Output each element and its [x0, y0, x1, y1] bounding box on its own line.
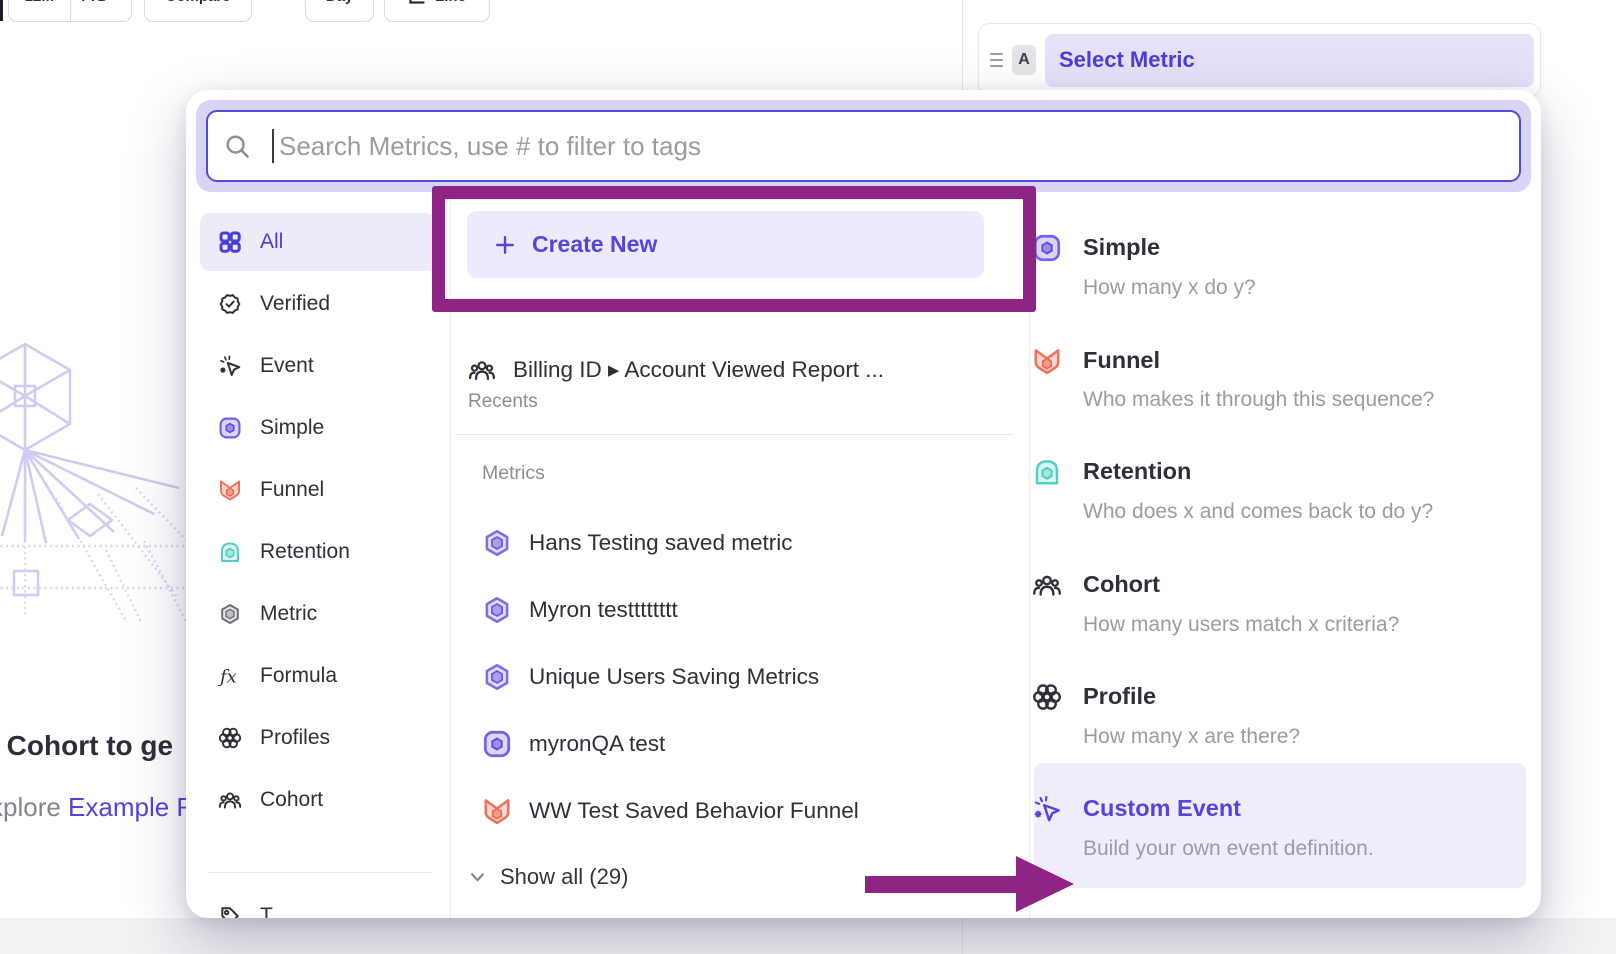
recents-heading: Recents	[468, 391, 538, 413]
simple-badge-icon	[218, 416, 242, 440]
sidebar-item-profiles[interactable]: Profiles	[200, 709, 436, 767]
sidebar-item-funnel[interactable]: Funnel	[200, 461, 436, 519]
simple-badge-icon	[482, 729, 512, 759]
sidebar-item-formula[interactable]: ƒx Formula	[200, 647, 436, 705]
svg-text:ƒx: ƒx	[218, 667, 237, 688]
metric-list-item[interactable]: Myron testttttttt	[482, 595, 678, 625]
type-simple-title[interactable]: Simple	[1083, 234, 1160, 261]
type-funnel-title[interactable]: Funnel	[1083, 347, 1160, 374]
type-cohort-desc: How many users match x criteria?	[1083, 613, 1399, 637]
type-profile-title[interactable]: Profile	[1083, 683, 1156, 710]
sidebar-item-all[interactable]: All	[200, 213, 436, 271]
type-profile-desc: How many x are there?	[1083, 725, 1300, 749]
custom-event-icon	[1032, 794, 1062, 824]
select-metric-button[interactable]: Select Metric	[1045, 34, 1534, 87]
metric-list-item[interactable]: myronQA test	[482, 729, 665, 759]
type-custom-event-desc: Build your own event definition.	[1083, 837, 1374, 861]
funnel-badge-icon	[482, 796, 512, 826]
annotation-arrow	[865, 876, 1017, 893]
sidebar-item-metric[interactable]: Metric	[200, 585, 436, 643]
show-all-button[interactable]: Show all (29)	[470, 864, 628, 890]
type-retention-title[interactable]: Retention	[1083, 458, 1191, 485]
empty-state-headline: r Cohort to ge	[0, 730, 173, 762]
drag-handle-icon[interactable]	[990, 53, 1003, 67]
type-simple-desc: How many x do y?	[1083, 276, 1256, 300]
app-canvas: 12M YTD Compare Day Line	[0, 0, 1616, 954]
metric-hexagon-icon	[218, 602, 242, 626]
range-12m-button[interactable]: 12M	[9, 0, 70, 21]
search-halo	[196, 100, 1531, 192]
sidebar-item-retention[interactable]: Retention	[200, 523, 436, 581]
funnel-badge-icon	[218, 478, 242, 502]
recents-divider	[455, 434, 1013, 435]
recent-item-billing[interactable]: Billing ID ▸ Account Viewed Report ...	[468, 356, 884, 384]
type-retention-desc: Who does x and comes back to do y?	[1083, 500, 1433, 524]
sidebar-item-partial[interactable]: T	[200, 887, 436, 918]
profiles-cluster-icon	[1032, 682, 1062, 712]
search-icon	[224, 133, 251, 160]
type-custom-event-title[interactable]: Custom Event	[1083, 795, 1241, 822]
example-link[interactable]: Example R	[68, 792, 195, 822]
empty-state-subline: xplore Example R	[0, 792, 195, 823]
metric-slot-card: A Select Metric	[978, 23, 1541, 97]
sidebar-item-event[interactable]: Event	[200, 337, 436, 395]
sidebar-item-cohort[interactable]: Cohort	[200, 771, 436, 829]
line-chart-icon	[408, 0, 426, 5]
formula-fx-icon: ƒx	[218, 664, 242, 688]
sidebar-divider	[207, 872, 433, 873]
chart-type-line-button[interactable]: Line	[384, 0, 490, 22]
cohort-people-icon	[218, 788, 242, 812]
metric-list-item[interactable]: WW Test Saved Behavior Funnel	[482, 796, 859, 826]
text-caret	[272, 129, 274, 163]
retention-badge-icon	[218, 540, 242, 564]
search-box[interactable]	[206, 110, 1521, 182]
bottom-strip	[0, 918, 1616, 954]
metric-list-item[interactable]: Hans Testing saved metric	[482, 528, 792, 558]
interval-day-button[interactable]: Day	[305, 0, 374, 22]
simple-badge-icon	[1032, 233, 1062, 263]
series-a-badge: A	[1012, 45, 1036, 75]
tag-icon	[218, 904, 242, 918]
type-funnel-desc: Who makes it through this sequence?	[1083, 388, 1434, 412]
grid-icon	[218, 230, 242, 254]
metric-hexagon-purple-icon	[482, 595, 512, 625]
metric-hexagon-purple-icon	[482, 662, 512, 692]
funnel-badge-icon	[1032, 346, 1062, 376]
event-cursor-icon	[218, 354, 242, 378]
verified-seal-icon	[218, 292, 242, 316]
custom-event-card[interactable]	[1034, 763, 1526, 888]
cohort-people-icon	[468, 356, 496, 384]
subline-gray-text: xplore	[0, 792, 68, 822]
search-input[interactable]	[277, 130, 1519, 163]
compare-button[interactable]: Compare	[144, 0, 252, 22]
cohort-people-icon	[1032, 570, 1062, 600]
chevron-down-icon	[470, 872, 485, 883]
sidebar-item-verified[interactable]: Verified	[200, 275, 436, 333]
date-range-control[interactable]: 12M YTD	[8, 0, 132, 22]
annotation-arrowhead-icon	[1016, 856, 1074, 912]
profiles-cluster-icon	[218, 726, 242, 750]
range-ytd-button[interactable]: YTD	[70, 0, 132, 21]
annotation-box-create-new	[432, 186, 1036, 312]
metric-list-item[interactable]: Unique Users Saving Metrics	[482, 662, 819, 692]
metrics-heading: Metrics	[482, 462, 545, 485]
metric-hexagon-purple-icon	[482, 528, 512, 558]
type-cohort-title[interactable]: Cohort	[1083, 571, 1160, 598]
chart-edge-mark	[0, 0, 3, 21]
sidebar-item-simple[interactable]: Simple	[200, 399, 436, 457]
retention-badge-icon	[1032, 457, 1062, 487]
